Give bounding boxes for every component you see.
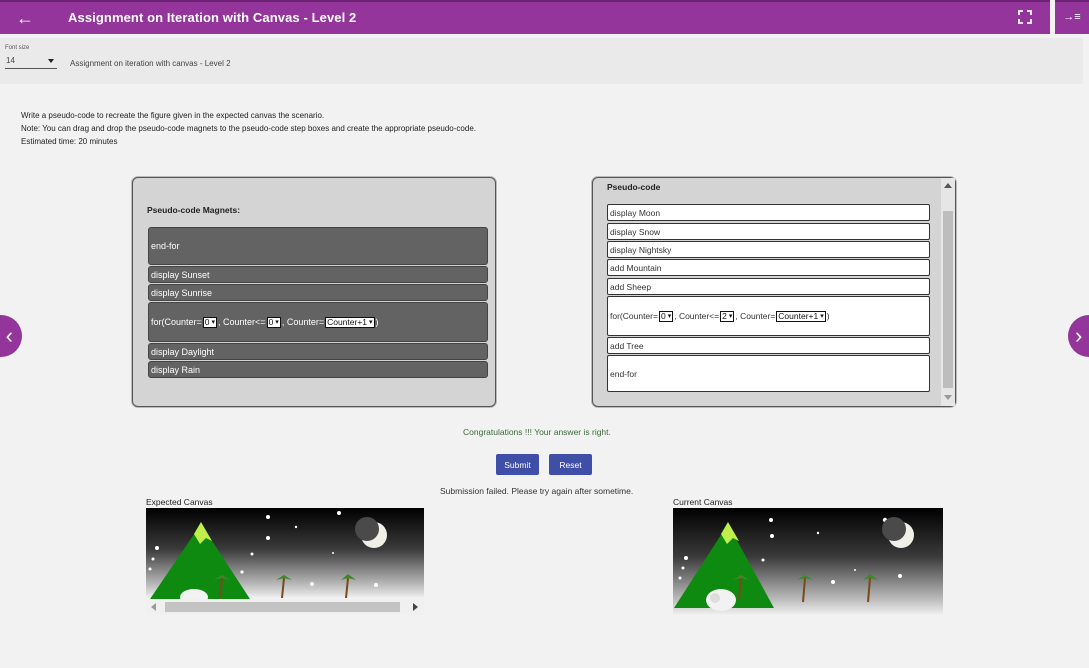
fullscreen-icon[interactable]	[1018, 10, 1032, 24]
step-display-snow[interactable]: display Snow	[607, 223, 930, 240]
estimated-time: Estimated time: 20 minutes	[21, 137, 118, 146]
counter-limit-select[interactable]: 2 ▾	[720, 310, 735, 322]
scroll-right-icon[interactable]	[413, 603, 418, 611]
current-scene-image	[674, 517, 914, 611]
for-step-label: , Counter=	[281, 317, 325, 327]
step-display-nightsky[interactable]: display Nightsky	[607, 241, 930, 258]
magnet-display-sunrise[interactable]: display Sunrise	[148, 284, 488, 301]
step-add-sheep[interactable]: add Sheep	[607, 278, 930, 295]
counter-init-select[interactable]: 0 ▾	[658, 310, 674, 322]
magnets-panel: Pseudo-code Magnets: end-for display Sun…	[132, 177, 496, 407]
scroll-down-icon[interactable]	[944, 395, 952, 400]
next-page-button[interactable]: ›	[1068, 315, 1089, 357]
pseudocode-title: Pseudo-code	[607, 182, 661, 192]
instruction-line: Write a pseudo-code to recreate the figu…	[21, 111, 325, 120]
magnet-end-for[interactable]: end-for	[148, 227, 488, 265]
expected-canvas-label: Expected Canvas	[146, 497, 213, 507]
for-suffix: )	[826, 311, 830, 321]
scroll-thumb[interactable]	[943, 211, 953, 388]
counter-step-value: Counter+1	[327, 317, 368, 327]
step-add-mountain[interactable]: add Mountain	[607, 259, 930, 276]
step-for-loop[interactable]: for(Counter= 0 ▾ , Counter<= 2 ▾ , Counter…	[607, 296, 930, 336]
hscroll-thumb[interactable]	[165, 602, 400, 612]
for-prefix: for(Counter=	[610, 311, 658, 321]
magnet-for-loop[interactable]: for(Counter= 0 ▾ , Counter<= 0 ▾ , Counter…	[148, 302, 488, 342]
expected-canvas-scrollbar[interactable]	[146, 599, 424, 615]
font-size-value: 14	[6, 56, 15, 65]
counter-limit-select[interactable]: 0 ▾	[266, 316, 281, 328]
for-cond-label: , Counter<=	[218, 317, 266, 327]
counter-step-select[interactable]: Counter+1 ▾	[776, 310, 826, 322]
chevron-down-icon: ▾	[275, 319, 279, 326]
dropdown-caret-icon	[48, 59, 54, 63]
font-size-label: Font size	[5, 45, 30, 51]
back-arrow-icon[interactable]: ←	[14, 8, 36, 28]
for-cond-label: , Counter<=	[674, 311, 720, 321]
counter-limit-value: 2	[722, 311, 727, 321]
instructions: Write a pseudo-code to recreate the figu…	[21, 109, 476, 148]
magnet-display-daylight[interactable]: display Daylight	[148, 343, 488, 360]
previous-page-button[interactable]: ‹	[0, 315, 22, 357]
app-header: ← Assignment on Iteration with Canvas - …	[0, 0, 1050, 34]
expected-canvas	[146, 508, 424, 599]
magnets-title: Pseudo-code Magnets:	[147, 205, 241, 215]
chevron-down-icon: ▾	[728, 313, 733, 320]
step-end-for[interactable]: end-for	[607, 355, 930, 392]
font-size-bar: Font size 14 Assignment on iteration wit…	[0, 38, 1083, 84]
magnet-display-sunset[interactable]: display Sunset	[148, 266, 488, 283]
magnet-display-rain[interactable]: display Rain	[148, 361, 488, 378]
success-message: Congratulations !!! Your answer is right…	[463, 427, 611, 437]
chevron-down-icon: ▾	[211, 319, 216, 326]
page-title: Assignment on Iteration with Canvas - Le…	[68, 10, 357, 25]
collapse-panel-icon[interactable]: →≡	[1055, 0, 1089, 34]
failure-message: Submission failed. Please try again afte…	[440, 486, 634, 496]
current-canvas	[673, 508, 943, 616]
counter-limit-value: 0	[268, 317, 274, 327]
for-step-label: , Counter=	[735, 311, 776, 321]
expected-scene-image	[148, 511, 387, 599]
reset-button[interactable]: Reset	[549, 454, 592, 475]
step-display-moon[interactable]: display Moon	[607, 204, 930, 221]
current-canvas-label: Current Canvas	[673, 497, 733, 507]
counter-init-value: 0	[660, 311, 666, 321]
chevron-left-icon: ‹	[5, 323, 13, 348]
pseudocode-scrollbar[interactable]	[941, 178, 955, 406]
for-prefix: for(Counter=	[151, 317, 202, 327]
submit-button[interactable]: Submit	[496, 454, 539, 475]
counter-init-select[interactable]: 0 ▾	[202, 316, 218, 328]
counter-step-value: Counter+1	[778, 311, 819, 321]
for-suffix: )	[375, 317, 379, 327]
step-add-tree[interactable]: add Tree	[607, 337, 930, 354]
assignment-subtitle: Assignment on iteration with canvas - Le…	[70, 59, 231, 68]
scroll-left-icon[interactable]	[151, 603, 156, 611]
pseudocode-panel: Pseudo-code display Moon display Snow di…	[592, 177, 956, 407]
font-size-select[interactable]: 14	[5, 55, 57, 69]
instruction-note: Note: You can drag and drop the pseudo-c…	[21, 124, 476, 133]
chevron-down-icon: ▾	[667, 313, 672, 320]
counter-init-value: 0	[204, 317, 210, 327]
chevron-right-icon: ›	[1075, 323, 1083, 348]
counter-step-select[interactable]: Counter+1 ▾	[325, 316, 375, 328]
chevron-down-icon: ▾	[369, 319, 373, 326]
scroll-up-icon[interactable]	[944, 183, 952, 188]
chevron-down-icon: ▾	[820, 313, 824, 320]
